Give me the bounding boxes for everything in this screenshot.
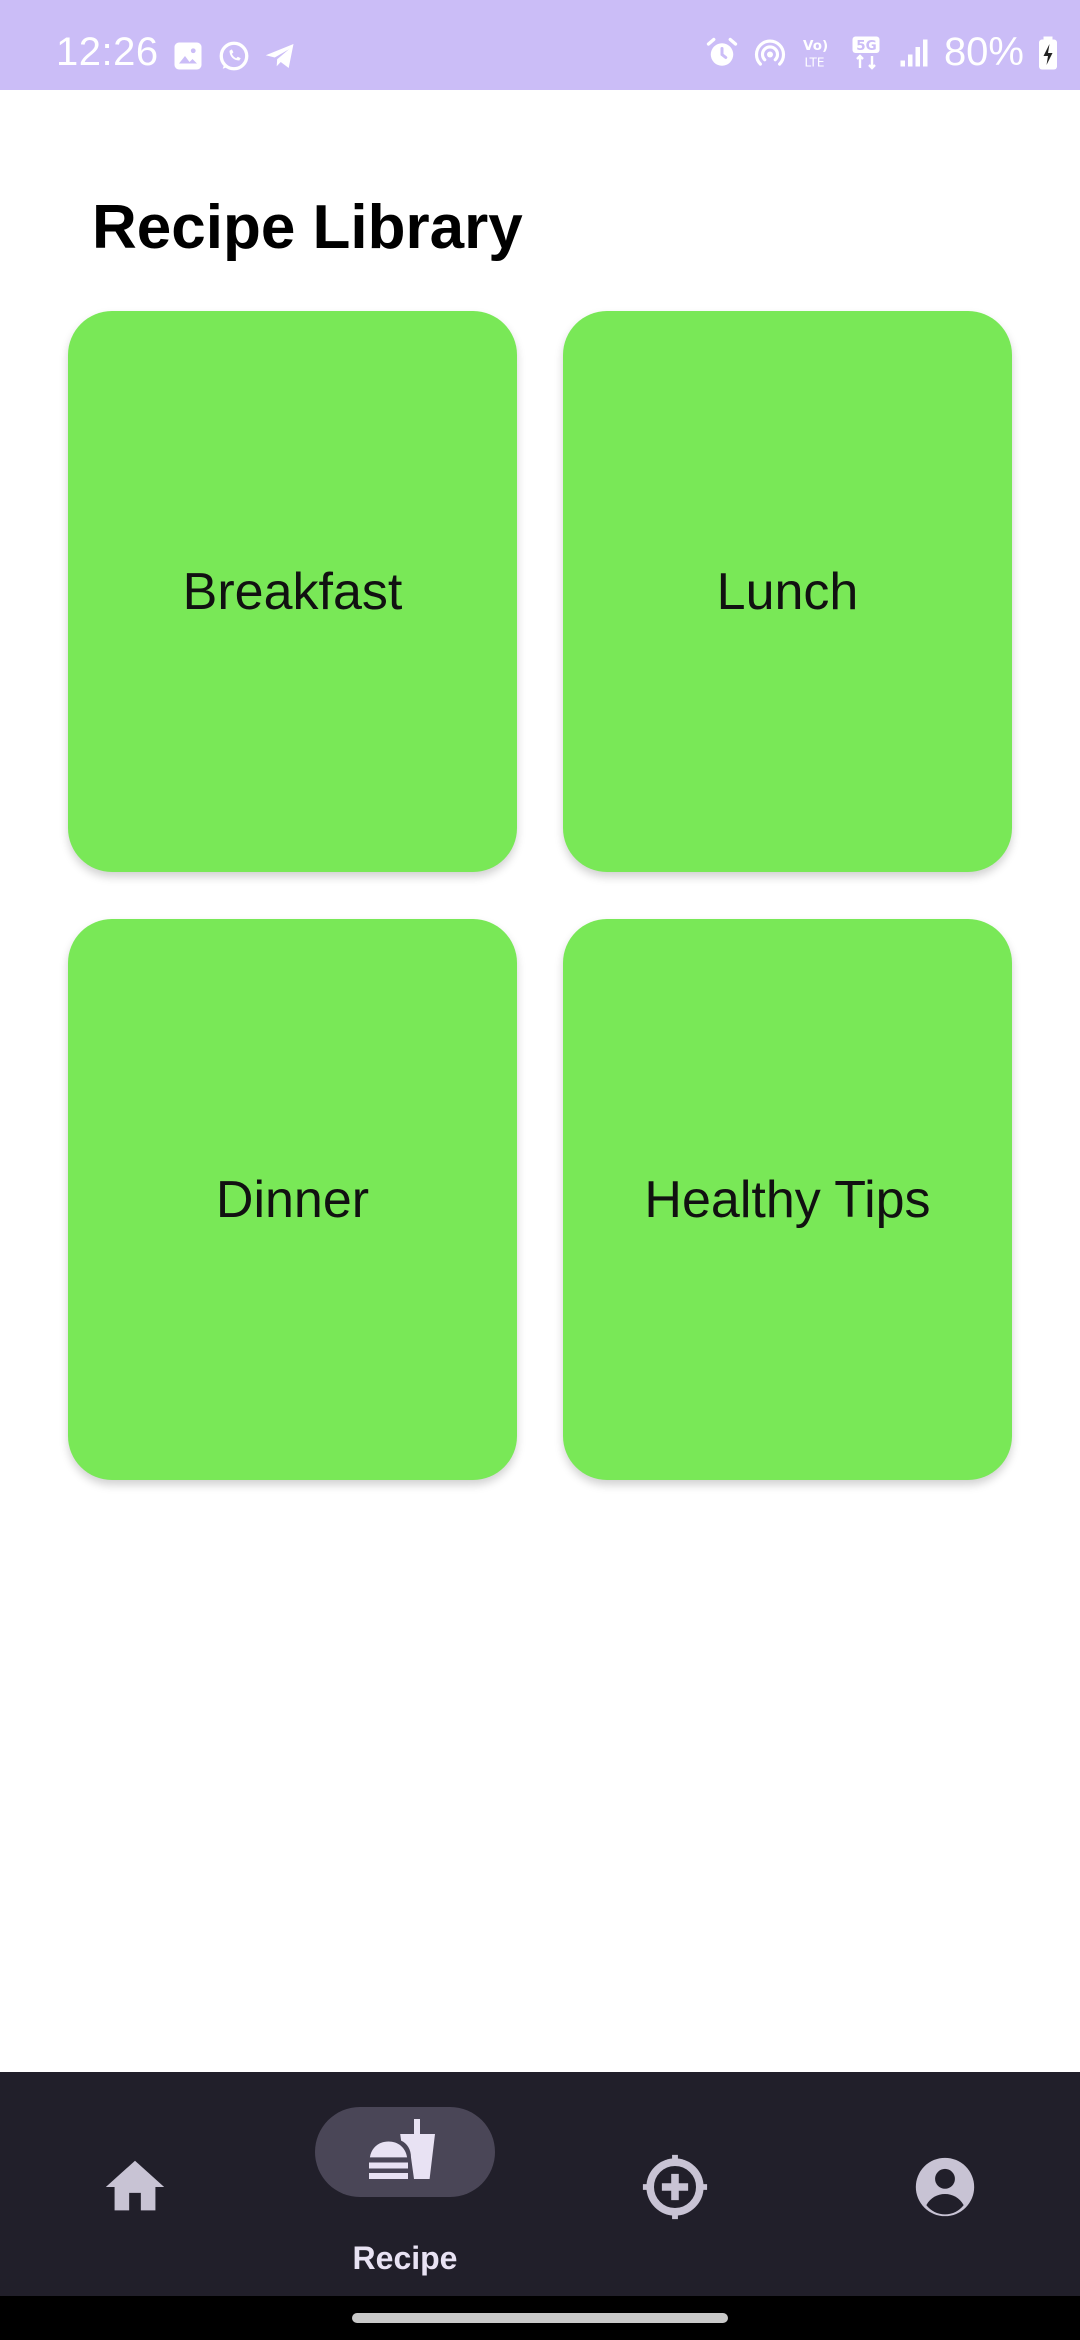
whatsapp-icon (219, 41, 249, 71)
page-title: Recipe Library (92, 193, 523, 262)
status-right-icons: Vo) LTE 5G 80% (704, 30, 1060, 75)
alarm-icon (706, 37, 738, 66)
card-label: Lunch (716, 562, 859, 621)
home-gesture-bar[interactable] (352, 2313, 728, 2323)
battery-charging-icon (1039, 36, 1057, 69)
status-bar: 12:26 Vo) LTE 5G 80% (0, 0, 1080, 90)
nav-item-add[interactable] (540, 2072, 810, 2296)
nav-item-recipe[interactable]: Recipe (270, 2072, 540, 2296)
card-label: Healthy Tips (644, 1170, 931, 1229)
telegram-icon (265, 44, 294, 68)
bottom-navigation: Recipe (0, 2072, 1080, 2296)
svg-text:5G: 5G (856, 38, 876, 54)
add-circle-icon (642, 2154, 708, 2220)
category-card-lunch[interactable]: Lunch (563, 311, 1012, 872)
account-circle-icon (915, 2157, 975, 2217)
category-card-healthy-tips[interactable]: Healthy Tips (563, 919, 1012, 1480)
volte-icon: Vo)LTE (803, 38, 828, 70)
svg-text:Vo): Vo) (803, 38, 828, 54)
category-card-breakfast[interactable]: Breakfast (68, 311, 517, 872)
nav-item-profile[interactable] (810, 2072, 1080, 2296)
hotspot-icon (754, 39, 785, 66)
card-label: Breakfast (182, 562, 403, 621)
nav-item-home[interactable] (0, 2072, 270, 2296)
status-time: 12:26 (56, 30, 159, 74)
home-icon (105, 2160, 165, 2211)
svg-text:LTE: LTE (804, 55, 824, 69)
status-left-icons (170, 38, 298, 74)
signal-icon (900, 39, 928, 66)
fastfood-icon (369, 2119, 435, 2179)
gallery-icon (174, 42, 202, 70)
category-card-dinner[interactable]: Dinner (68, 919, 517, 1480)
5g-icon: 5G (852, 36, 880, 70)
card-label: Dinner (215, 1170, 370, 1229)
battery-percent: 80% (943, 30, 1024, 74)
nav-label-recipe: Recipe (352, 2240, 458, 2276)
